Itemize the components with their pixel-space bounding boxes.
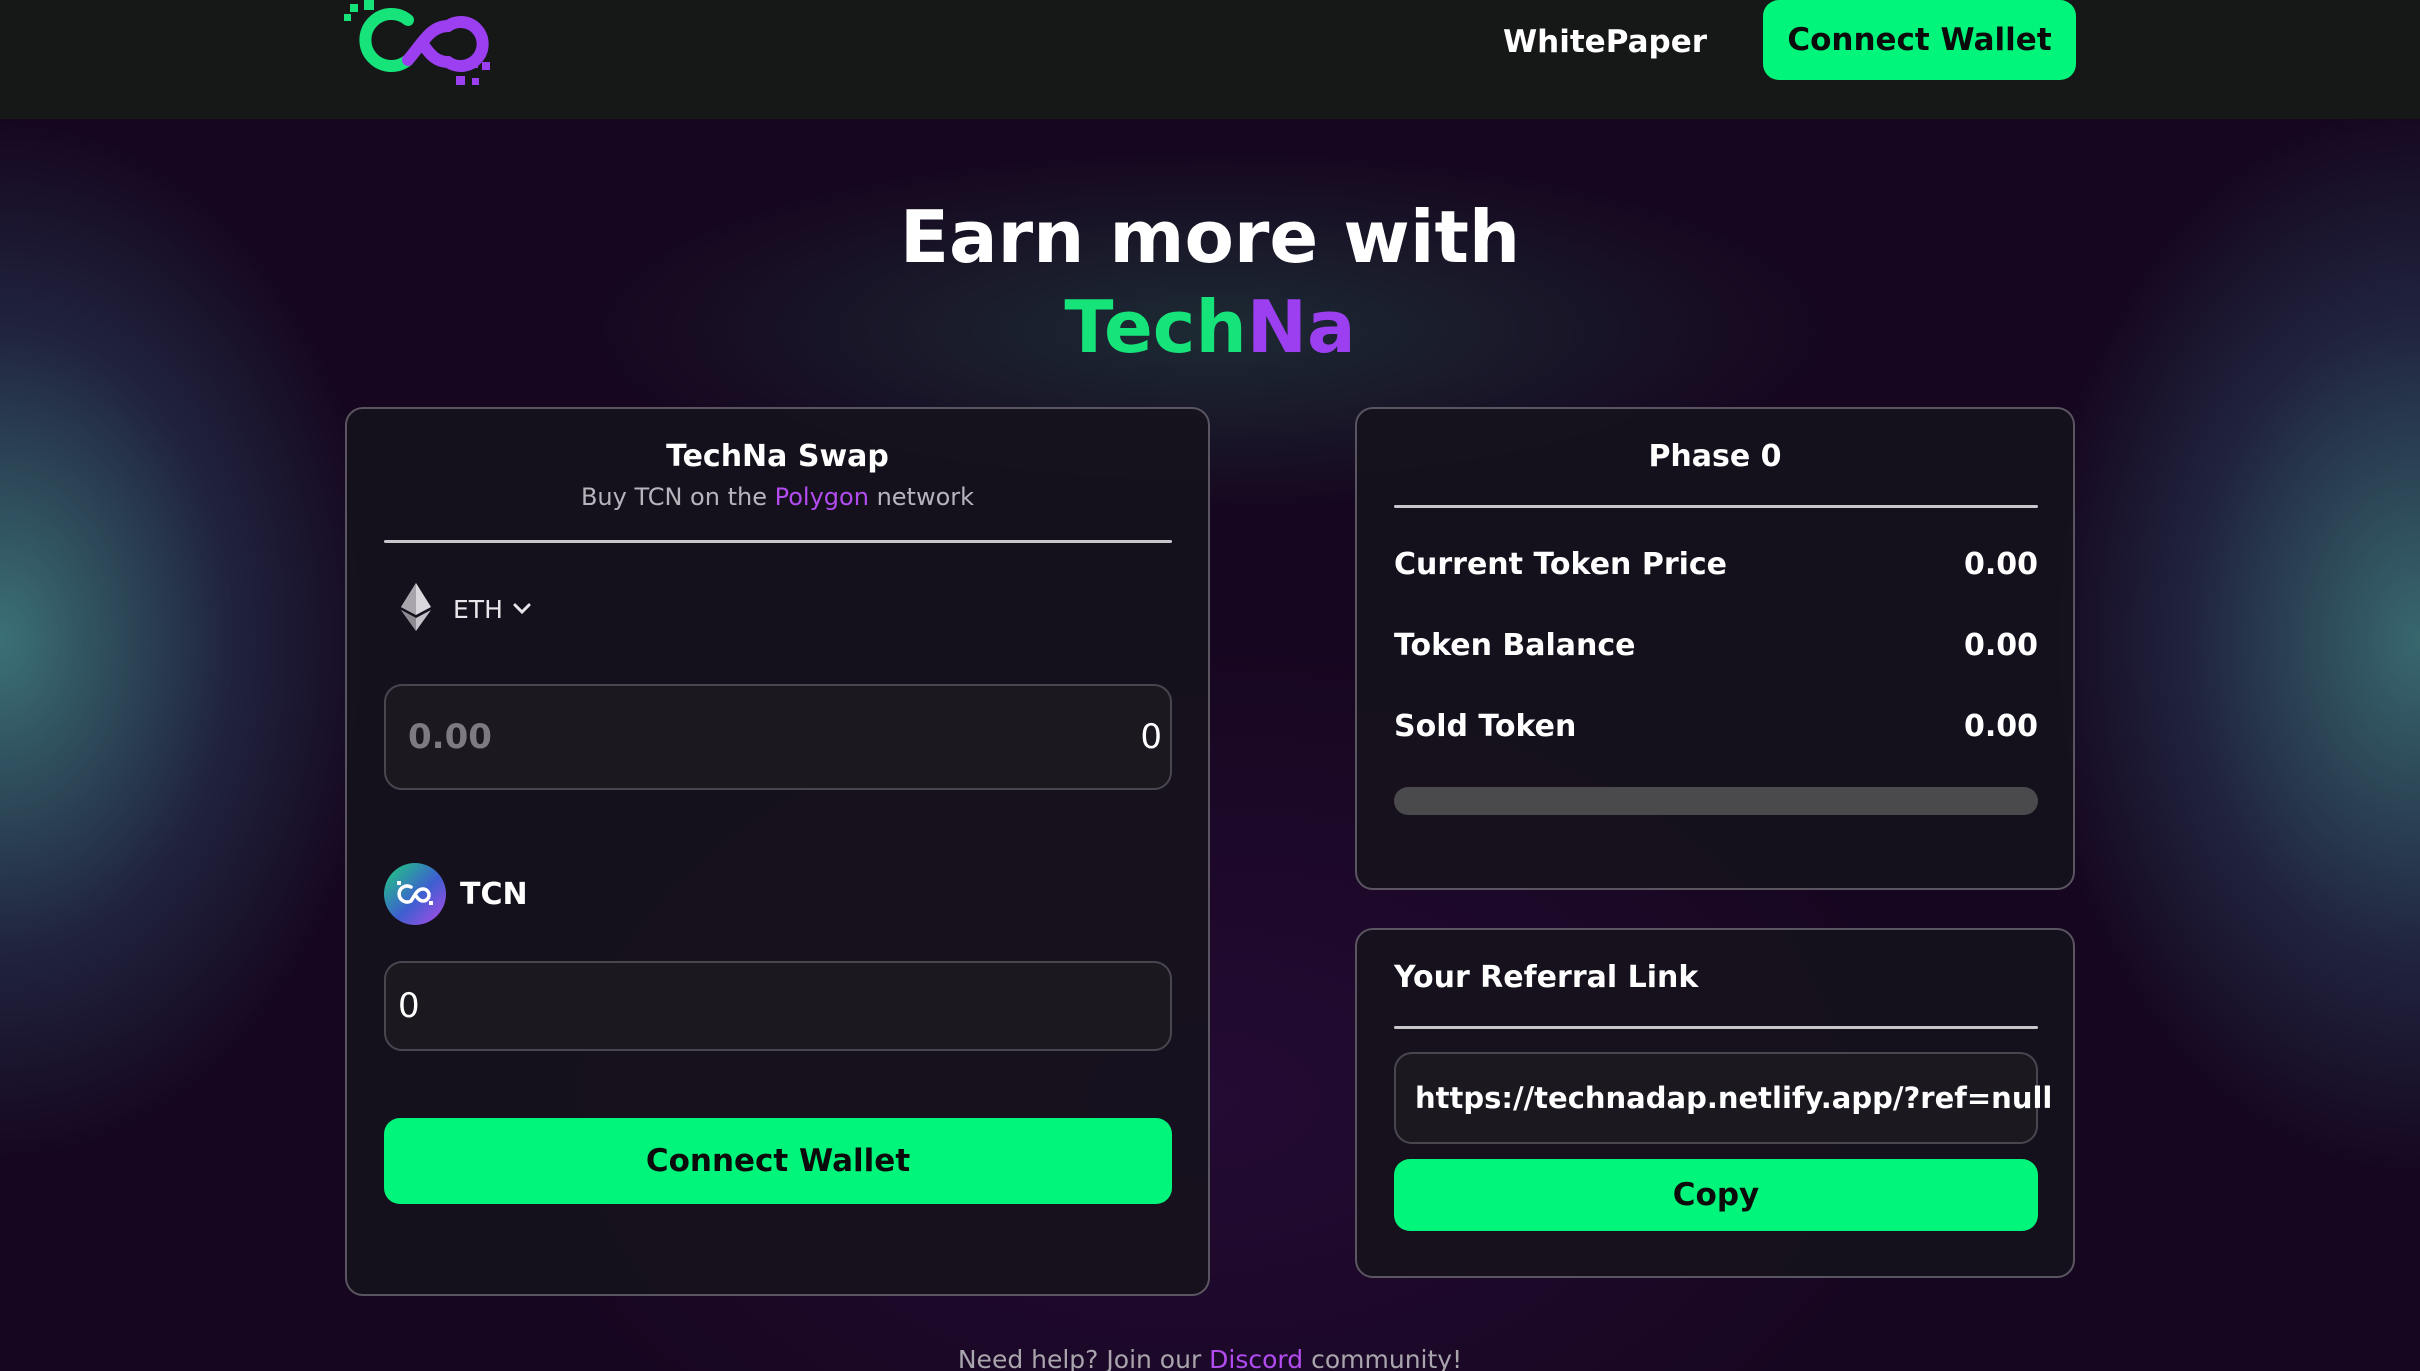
whitepaper-link[interactable]: WhitePaper xyxy=(1480,18,1730,66)
swap-subtitle-suffix: network xyxy=(876,483,975,511)
referral-title: Your Referral Link xyxy=(1394,960,1699,995)
swap-subtitle: Buy TCN on the Polygon network xyxy=(347,483,1208,511)
swap-subtitle-prefix: Buy TCN on the xyxy=(580,483,767,511)
receive-amount-input[interactable]: 0 xyxy=(384,961,1172,1051)
stat-value: 0.00 xyxy=(1963,709,2038,744)
top-navbar: WhitePaper Connect Wallet xyxy=(0,0,2420,119)
hero-brand-na: Na xyxy=(1246,285,1356,369)
footer-help-text: Need help? Join our Discord community! xyxy=(0,1345,2420,1371)
swap-divider xyxy=(384,540,1172,543)
network-name: Polygon xyxy=(774,483,869,511)
receive-token-label: TCN xyxy=(460,876,528,912)
stat-label: Sold Token xyxy=(1394,709,1577,744)
hero-headline: Earn more with xyxy=(899,195,1521,279)
copy-button[interactable]: Copy xyxy=(1394,1159,2038,1231)
stat-value: 0.00 xyxy=(1963,547,2038,582)
hero-brand-tech: Tech xyxy=(1064,285,1247,369)
stat-label: Current Token Price xyxy=(1394,547,1728,582)
nav-connect-wallet-button[interactable]: Connect Wallet xyxy=(1763,0,2076,80)
referral-link-value: https://technadap.netlify.app/?ref=null xyxy=(1415,1081,2053,1115)
footer-suffix: community! xyxy=(1311,1345,1463,1371)
swap-card: TechNa Swap Buy TCN on the Polygon netwo… xyxy=(345,407,1210,1296)
discord-link[interactable]: Discord xyxy=(1209,1345,1303,1371)
referral-card: Your Referral Link https://technadap.net… xyxy=(1355,928,2075,1278)
stat-sold-token: Sold Token 0.00 xyxy=(1394,709,2038,744)
stat-label: Token Balance xyxy=(1394,628,1636,663)
phase-card: Phase 0 Current Token Price 0.00 Token B… xyxy=(1355,407,2075,890)
techna-logo[interactable] xyxy=(344,0,496,92)
referral-divider xyxy=(1394,1026,2038,1029)
chevron-down-icon xyxy=(513,600,531,619)
currency-selector[interactable]: ETH xyxy=(401,583,531,635)
sale-progress-bar xyxy=(1394,787,2038,815)
stat-token-balance: Token Balance 0.00 xyxy=(1394,628,2038,663)
swap-title: TechNa Swap xyxy=(666,439,889,474)
pay-amount-value: 0 xyxy=(1140,717,1162,757)
referral-link-field[interactable]: https://technadap.netlify.app/?ref=null xyxy=(1394,1052,2052,1144)
tcn-token-icon xyxy=(384,863,446,925)
currency-label: ETH xyxy=(453,594,503,624)
phase-title: Phase 0 xyxy=(1648,439,1782,474)
pay-amount-input[interactable]: 0.00 0 xyxy=(384,684,1172,790)
receive-token-row: TCN xyxy=(384,862,528,926)
swap-connect-wallet-button[interactable]: Connect Wallet xyxy=(384,1118,1172,1204)
receive-amount-value: 0 xyxy=(398,986,420,1026)
ethereum-icon xyxy=(401,583,431,635)
stat-value: 0.00 xyxy=(1963,628,2038,663)
stat-current-token-price: Current Token Price 0.00 xyxy=(1394,547,2038,582)
phase-divider xyxy=(1394,505,2038,508)
hero-brand: TechNa xyxy=(0,285,2420,369)
pay-amount-placeholder: 0.00 xyxy=(408,717,492,757)
footer-prefix: Need help? Join our xyxy=(957,1345,1202,1371)
